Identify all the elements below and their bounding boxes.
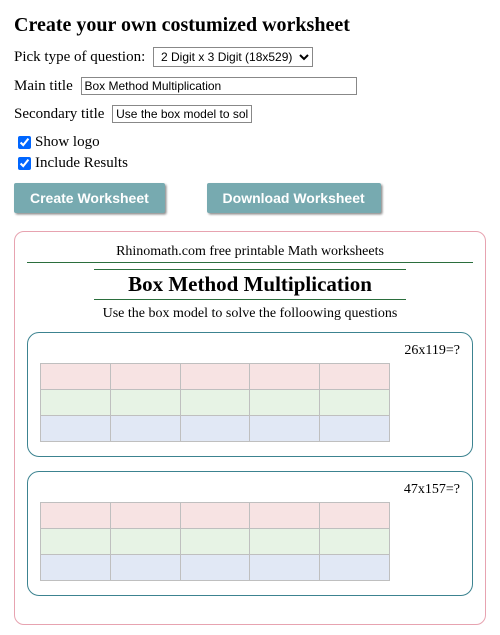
question-type-row: Pick type of question: 2 Digit x 3 Digit… [14,47,486,67]
worksheet-title: Box Method Multiplication [94,269,406,300]
worksheet-preview: Rhinomath.com free printable Math worksh… [14,231,486,625]
box-grid [40,363,390,442]
box-grid [40,502,390,581]
show-logo-row: Show logo [14,133,486,152]
page-title: Create your own costumized worksheet [14,14,486,37]
main-title-input[interactable] [81,77,357,95]
table-row [41,555,390,581]
secondary-title-row: Secondary title [14,105,486,123]
problem-prompt: 26x119=? [40,343,460,359]
question-type-select[interactable]: 2 Digit x 3 Digit (18x529) [153,47,313,67]
show-logo-checkbox[interactable] [18,136,31,149]
problem-card: 26x119=? [27,332,473,457]
show-logo-label: Show logo [35,134,100,151]
table-row [41,503,390,529]
main-title-row: Main title [14,77,486,95]
worksheet-subtitle: Use the box model to solve the folloowin… [27,306,473,322]
table-row [41,364,390,390]
secondary-title-label: Secondary title [14,106,104,122]
include-results-checkbox[interactable] [18,157,31,170]
include-results-label: Include Results [35,155,128,172]
table-row [41,416,390,442]
download-worksheet-button[interactable]: Download Worksheet [207,183,381,213]
site-line: Rhinomath.com free printable Math worksh… [27,244,473,263]
question-type-label: Pick type of question: [14,49,145,65]
main-title-label: Main title [14,78,73,94]
secondary-title-input[interactable] [112,105,252,123]
include-results-row: Include Results [14,154,486,173]
problem-prompt: 47x157=? [40,482,460,498]
table-row [41,390,390,416]
table-row [41,529,390,555]
problem-card: 47x157=? [27,471,473,596]
button-row: Create Worksheet Download Worksheet [14,183,486,213]
create-worksheet-button[interactable]: Create Worksheet [14,183,165,213]
